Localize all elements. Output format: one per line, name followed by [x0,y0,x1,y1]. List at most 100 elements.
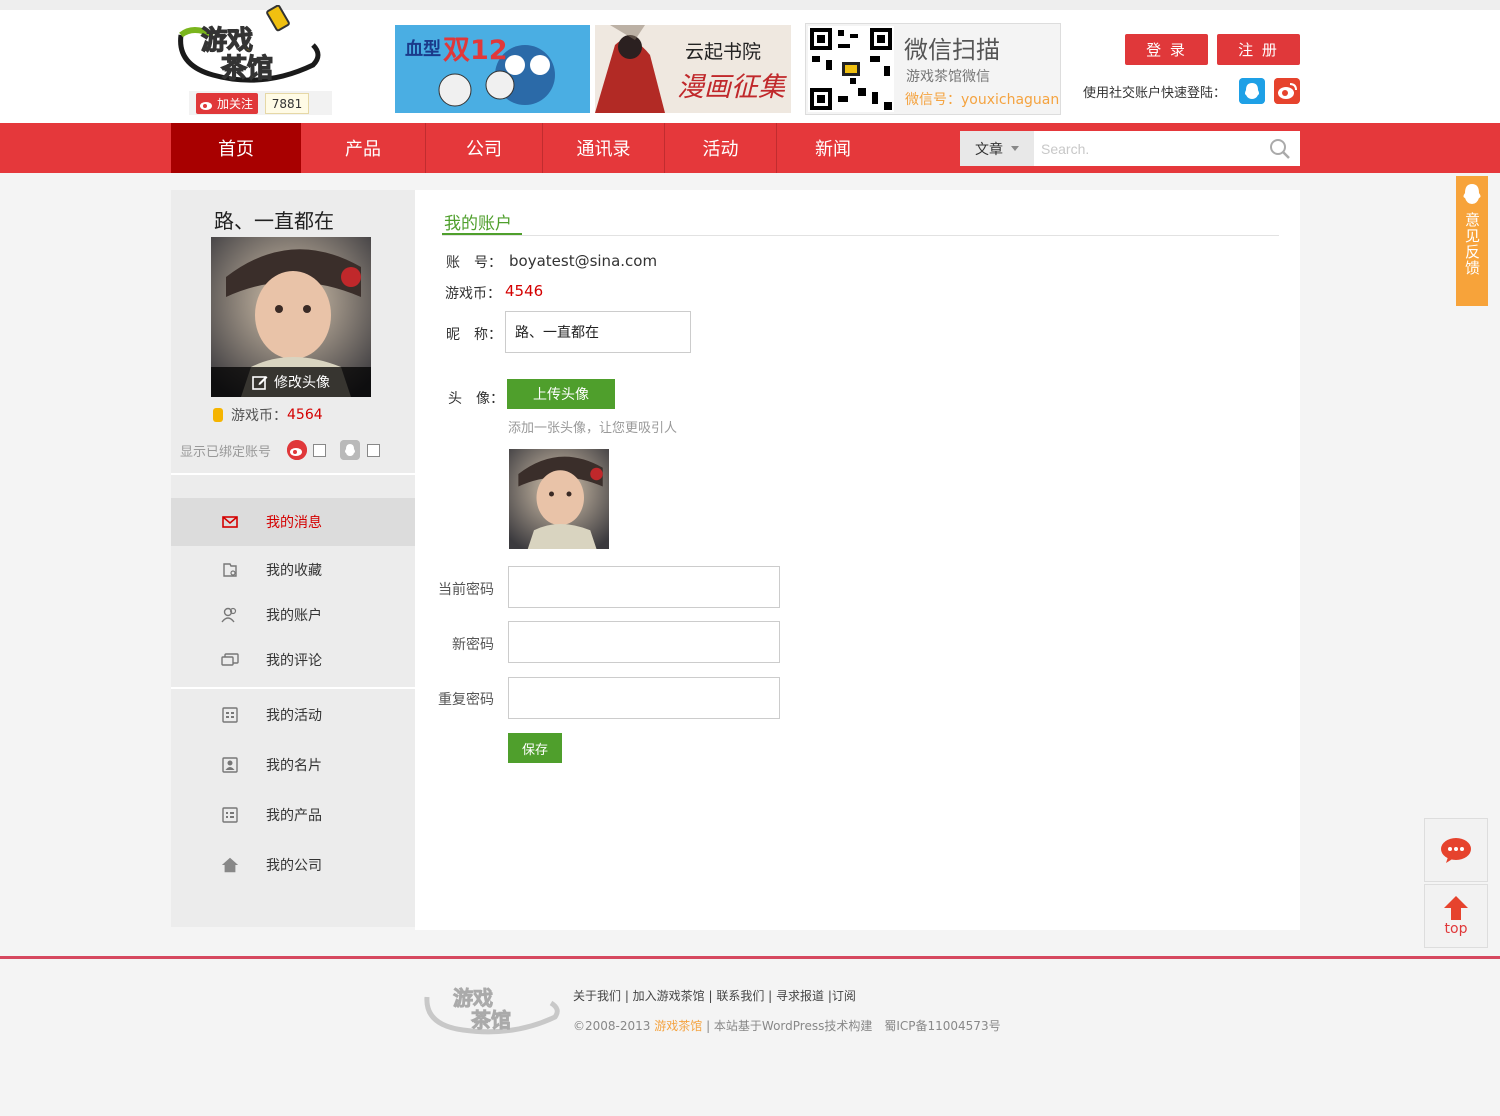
qq-icon [1463,184,1481,204]
coin-value: 4546 [505,282,544,300]
coin-icon [213,408,223,422]
page-title: 我的账户 [444,214,512,234]
menu-label: 我的账户 [266,608,322,624]
chat-bubble-icon [1441,838,1471,863]
sidebar-divider [171,687,415,689]
list-icon [221,806,239,824]
chat-button[interactable] [1424,818,1488,882]
nav-news[interactable]: 新闻 [777,123,889,173]
menu-label: 我的公司 [266,858,322,874]
svg-text:游戏: 游戏 [201,26,253,56]
svg-text:茶馆: 茶馆 [471,1008,511,1032]
ad2-title: 云起书院 [685,41,762,63]
menu-my-events[interactable]: 我的活动 [171,691,415,739]
banner-ad-yunqi[interactable]: 云起书院 漫画征集 [595,25,791,113]
weibo-bind-checkbox[interactable] [313,444,326,457]
wechat-id: 微信号：youxichaguan [905,92,1060,108]
current-password-field[interactable] [508,566,780,608]
sidebar-divider [171,473,415,475]
sidebar-coin-value: 4564 [287,407,323,423]
menu-my-messages[interactable]: 我的消息 [171,498,415,546]
qq-bind-icon [340,440,360,460]
footer-copyright: ©2008-2013 游戏茶馆 | 本站基于WordPress技术构建 蜀ICP… [573,1017,1001,1034]
menu-label: 我的消息 [266,515,322,531]
qq-bind-checkbox[interactable] [367,444,380,457]
avatar-preview [509,449,609,549]
edit-avatar-button[interactable]: 修改头像 [211,367,371,397]
search-input[interactable] [1034,131,1259,166]
social-login-label: 使用社交账户快速登陆： [1083,86,1227,101]
folder-icon [221,561,239,579]
footer-brand-link[interactable]: 游戏茶馆 [654,1019,702,1033]
weibo-bind-icon [287,440,307,460]
qq-login-icon[interactable] [1239,78,1265,104]
upload-hint: 添加一张头像，让您更吸引人 [508,421,678,436]
follow-count: 7881 [265,93,309,114]
repeat-password-field[interactable] [508,677,780,719]
sidebar-username: 路、一直都在 [214,209,334,233]
menu-label: 我的活动 [266,708,322,724]
nickname-label: 昵 称： [446,327,502,343]
edit-avatar-label: 修改头像 [274,375,330,391]
mail-icon [221,513,239,531]
feedback-tab[interactable]: 意见反馈 [1456,176,1488,306]
account-panel [415,190,1300,930]
upload-avatar-button[interactable]: 上传头像 [507,379,615,409]
footer [0,959,1500,1116]
weibo-login-icon[interactable] [1274,78,1300,104]
menu-label: 我的产品 [266,808,322,824]
search-button[interactable] [1260,131,1300,166]
search-icon [1270,138,1290,159]
nav-home[interactable]: 首页 [171,123,301,173]
bind-accounts-label: 显示已绑定账号 [180,445,272,460]
follow-label: 加关注 [217,97,254,111]
arrow-up-icon [1444,896,1468,920]
title-underline [442,233,522,235]
wechat-sub: 游戏茶馆微信 [906,69,990,85]
ad1-prefix: 血型 [405,39,441,60]
footer-logo[interactable]: 游戏 茶馆 [423,975,561,1037]
current-password-label: 当前密码 [438,582,494,598]
sidebar-coin-label: 游戏币： [231,408,287,424]
save-button[interactable]: 保存 [508,733,562,763]
menu-my-card[interactable]: 我的名片 [171,741,415,789]
nav-events[interactable]: 活动 [665,123,777,173]
menu-label: 我的名片 [266,758,322,774]
menu-my-account[interactable]: 我的账户 [171,591,415,639]
login-button[interactable]: 登 录 [1125,34,1208,65]
menu-my-comments[interactable]: 我的评论 [171,636,415,684]
chevron-down-icon [1011,146,1019,151]
weibo-icon [200,101,212,110]
qr-code-icon [808,26,894,112]
site-logo[interactable]: 游戏 茶馆 [173,5,323,89]
weibo-follow-button[interactable]: 加关注 [196,93,258,114]
back-to-top-button[interactable]: top [1424,884,1488,948]
menu-label: 我的收藏 [266,563,322,579]
menu-my-company[interactable]: 我的公司 [171,841,415,889]
banner-ad-double12[interactable]: 血型 双12 [395,25,590,113]
coin-label: 游戏币： [445,286,501,302]
wechat-title: 微信扫描 [904,36,1000,64]
menu-my-favorites[interactable]: 我的收藏 [171,546,415,594]
search-category-label: 文章 [975,141,1003,158]
nickname-field[interactable] [505,311,691,353]
home-icon [221,856,239,874]
new-password-field[interactable] [508,621,780,663]
nav-company[interactable]: 公司 [426,123,543,173]
footer-links[interactable]: 关于我们 | 加入游戏茶馆 | 联系我们 | 寻求报道 |订阅 [573,987,856,1004]
search-category-select[interactable]: 文章 [960,131,1034,166]
comment-icon [221,651,239,669]
repeat-password-label: 重复密码 [438,692,494,708]
ad2-sub: 漫画征集 [677,72,785,103]
ad1-title: 双12 [443,35,508,66]
title-rule [442,235,1279,236]
menu-my-products[interactable]: 我的产品 [171,791,415,839]
sidebar-coin-line: 游戏币： 4564 [213,405,323,425]
svg-text:茶馆: 茶馆 [221,53,273,84]
copyright-prefix: ©2008-2013 [573,1019,655,1033]
nav-contacts[interactable]: 通讯录 [543,123,665,173]
account-label: 账 号： [446,255,502,271]
calendar-icon [221,706,239,724]
register-button[interactable]: 注 册 [1217,34,1300,65]
nav-products[interactable]: 产品 [301,123,426,173]
